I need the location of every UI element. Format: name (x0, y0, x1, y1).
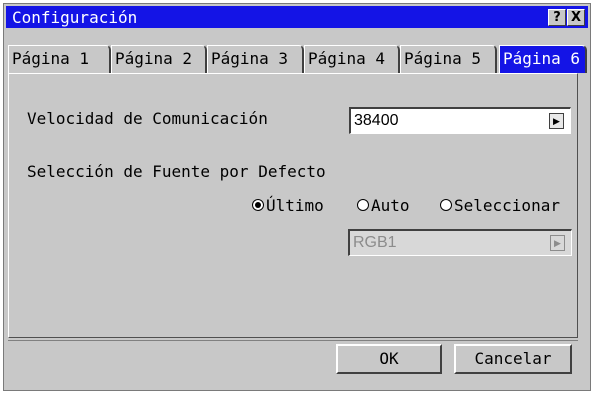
source-value: RGB1 (353, 234, 397, 251)
divider (8, 340, 578, 341)
radio-selected-icon (252, 199, 264, 211)
tab-page-2[interactable]: Página 2 (111, 45, 207, 73)
window-title: Configuración (12, 8, 138, 27)
default-source-label: Selección de Fuente por Defecto (27, 162, 326, 181)
radio-auto-label: Auto (371, 196, 410, 215)
comm-speed-label: Velocidad de Comunicación (27, 109, 268, 128)
tab-page-3[interactable]: Página 3 (207, 45, 304, 73)
radio-last-label: Último (266, 196, 324, 215)
radio-last[interactable]: Último (252, 196, 324, 215)
dropdown-arrow-icon: ▶ (549, 113, 564, 129)
tab-page-1[interactable]: Página 1 (8, 45, 111, 73)
source-dropdown: RGB1 ▶ (348, 229, 572, 256)
ok-button[interactable]: OK (336, 344, 442, 374)
title-bar[interactable]: Configuración ? X (6, 6, 588, 28)
radio-unselected-icon (440, 199, 452, 211)
radio-select[interactable]: Seleccionar (440, 196, 560, 215)
dropdown-arrow-icon: ▶ (550, 235, 565, 251)
radio-select-label: Seleccionar (454, 196, 560, 215)
tab-page-5[interactable]: Página 5 (400, 45, 497, 73)
comm-speed-value: 38400 (354, 112, 399, 129)
close-button[interactable]: X (567, 9, 585, 26)
cancel-button[interactable]: Cancelar (454, 344, 572, 374)
radio-auto[interactable]: Auto (357, 196, 410, 215)
help-button[interactable]: ? (548, 9, 566, 26)
comm-speed-dropdown[interactable]: 38400 ▶ (349, 107, 571, 134)
tab-page-6[interactable]: Página 6 (499, 45, 587, 73)
tab-page-4[interactable]: Página 4 (304, 45, 400, 73)
radio-unselected-icon (357, 199, 369, 211)
